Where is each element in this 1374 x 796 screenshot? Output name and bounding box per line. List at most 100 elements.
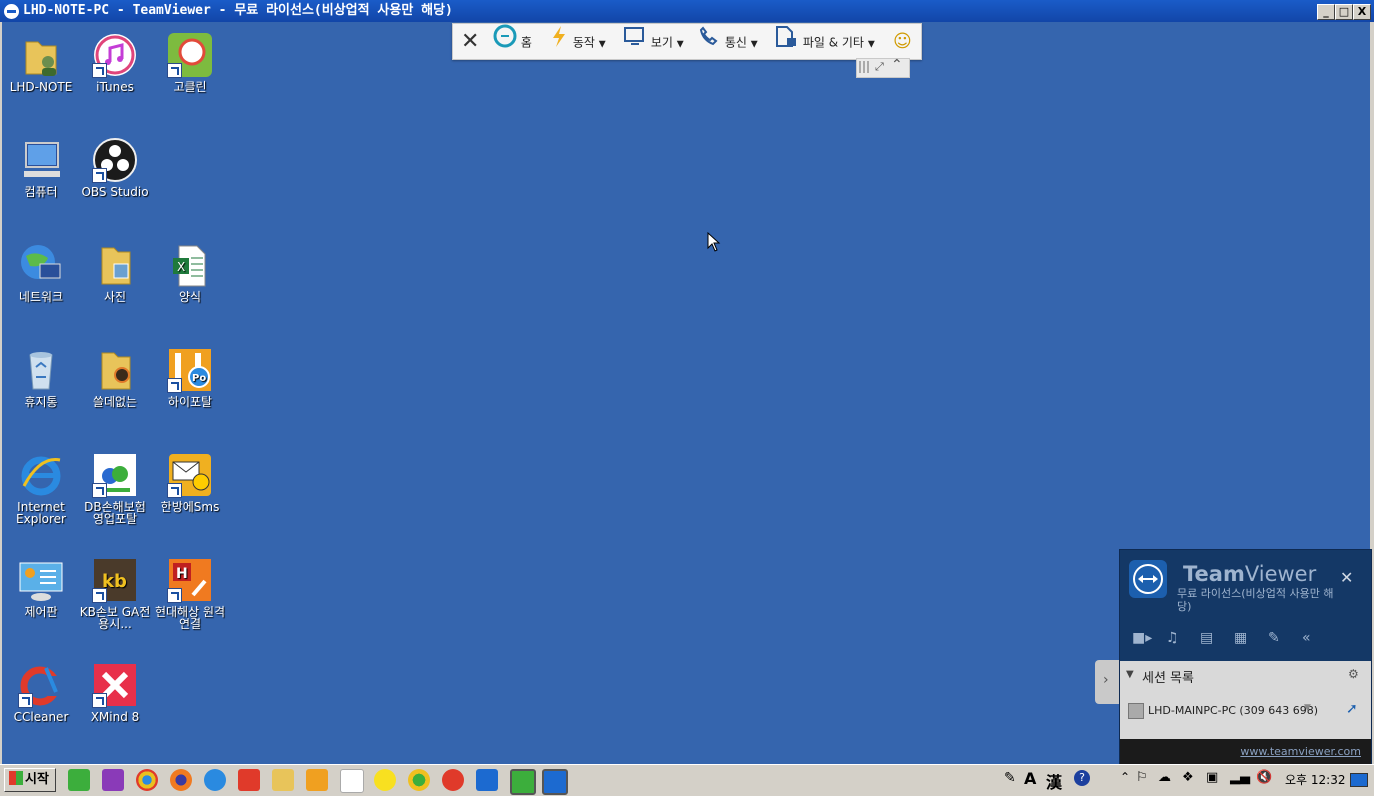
usb-icon[interactable]: ▣ xyxy=(1206,770,1218,785)
volume-muted-icon[interactable]: 🔇 xyxy=(1256,770,1272,785)
tray-expand-icon[interactable]: ⌃ xyxy=(1120,770,1130,784)
help-icon[interactable]: ? xyxy=(1074,770,1090,786)
cloud-icon[interactable]: ☁ xyxy=(1158,770,1171,785)
taskbar-wifi-app-icon[interactable] xyxy=(340,769,364,793)
toolbar-files-menu[interactable]: 파일 & 기타 ▼ xyxy=(773,24,875,59)
ime-mode-a[interactable]: A xyxy=(1024,769,1036,788)
desktop-icon-db-insurance[interactable]: DB손해보험 영업포탈 xyxy=(78,452,152,525)
desktop-icon-hyundai[interactable]: H 현대해상 원격연결 xyxy=(153,557,227,630)
toolbar-view-menu[interactable]: 보기 ▼ xyxy=(623,24,684,59)
desktop-icon-hiportal[interactable]: Po 하이포탈 xyxy=(153,347,227,408)
fullscreen-icon[interactable]: ⤢ xyxy=(875,60,884,74)
home-icon xyxy=(493,24,517,62)
folder-icon xyxy=(92,347,138,393)
toolbar-home-button[interactable]: 홈 xyxy=(493,24,532,59)
toolbar-sub-controls: ⤢ ⌃ xyxy=(856,57,910,78)
taskbar-clock[interactable]: 오후 12:32 xyxy=(1285,771,1345,788)
toolbar-actions-menu[interactable]: 동작 ▼ xyxy=(549,24,606,59)
hiportal-icon: Po xyxy=(167,347,213,393)
collapse-up-icon[interactable]: ⌃ xyxy=(891,57,903,73)
session-item[interactable]: LHD-MAINPC-PC (309 643 698) ▼ ➚ xyxy=(1126,701,1366,721)
clipboard-icon[interactable]: ▦ xyxy=(1234,630,1247,646)
video-icon[interactable]: ■▸ xyxy=(1132,630,1152,646)
desktop-icon-kb[interactable]: kb KB손보 GA전용시... xyxy=(78,557,152,630)
taskbar-ccleaner-icon[interactable] xyxy=(442,769,464,791)
signal-icon[interactable]: ▂▄ xyxy=(1230,770,1250,785)
taskbar-media-player-icon[interactable] xyxy=(306,769,328,791)
window-title-bar[interactable]: LHD-NOTE-PC - TeamViewer - 무료 라이선스(비상업적 … xyxy=(0,0,1374,22)
desktop-icon-recycle-bin[interactable]: 휴지통 xyxy=(4,347,78,408)
maximize-button[interactable]: □ xyxy=(1335,4,1353,20)
taskbar-chat-app-icon[interactable] xyxy=(408,769,430,791)
monitor-icon xyxy=(623,24,647,62)
desktop-icon-control-panel[interactable]: 제어판 xyxy=(4,557,78,618)
desktop-icon-ccleaner[interactable]: CCleaner xyxy=(4,662,78,723)
start-button[interactable]: 시작 xyxy=(4,768,56,792)
desktop-icon-internet-explorer[interactable]: Internet Explorer xyxy=(4,452,78,525)
network-icon xyxy=(18,242,64,288)
taskbar-s-app-icon[interactable] xyxy=(238,769,260,791)
desktop-icon-xmind[interactable]: XMind 8 xyxy=(78,662,152,723)
collapse-left-icon[interactable]: « xyxy=(1302,630,1311,646)
headset-icon[interactable]: ♫ xyxy=(1166,630,1179,646)
taskbar-ie-icon[interactable] xyxy=(204,769,226,791)
taskbar-explorer-icon[interactable] xyxy=(272,769,294,791)
flag-icon[interactable]: ⚐ xyxy=(1136,770,1148,785)
chat-icon[interactable]: ▤ xyxy=(1200,630,1213,646)
toolbar-emoji-button[interactable]: ☺ xyxy=(893,24,912,59)
obs-icon xyxy=(92,137,138,183)
panel-license-text: 무료 라이선스(비상업적 사용만 해당) xyxy=(1177,587,1334,613)
close-button[interactable]: X xyxy=(1353,4,1371,20)
taskbar-chrome-icon[interactable] xyxy=(136,769,158,791)
gear-icon[interactable]: ⚙ xyxy=(1348,667,1359,681)
ime-hanja[interactable]: 漢 xyxy=(1046,769,1062,793)
desktop-icon-obs[interactable]: OBS Studio xyxy=(78,137,152,198)
pointer-icon[interactable]: ➚ xyxy=(1346,701,1358,717)
show-desktop-icon[interactable] xyxy=(1350,773,1368,787)
chevron-right-icon: › xyxy=(1103,672,1109,688)
toolbar-communicate-menu[interactable]: 통신 ▼ xyxy=(697,24,758,59)
desktop-icon-photos[interactable]: 사진 xyxy=(78,242,152,303)
kb-icon: kb xyxy=(92,557,138,603)
control-panel-icon xyxy=(18,557,64,603)
desktop-icon-computer[interactable]: 컴퓨터 xyxy=(4,137,78,198)
toolbar-close-button[interactable]: ✕ xyxy=(461,24,479,59)
dropbox-icon[interactable]: ❖ xyxy=(1182,770,1194,785)
mouse-cursor-icon xyxy=(707,232,721,252)
desktop-icon-lhd-note[interactable]: LHD-NOTE xyxy=(4,32,78,93)
taskbar-kakaotalk-icon[interactable] xyxy=(374,769,396,791)
grip-icon[interactable] xyxy=(859,61,871,73)
ime-tool-icon[interactable]: ✎ xyxy=(1004,770,1016,786)
window-title: LHD-NOTE-PC - TeamViewer - 무료 라이선스(비상업적 … xyxy=(23,3,453,18)
panel-action-row: ■▸ ♫ ▤ ▦ ✎ « xyxy=(1132,630,1362,650)
itunes-icon xyxy=(92,32,138,78)
taskbar-evernote-active-icon[interactable] xyxy=(510,769,536,795)
taskbar-onenote-icon[interactable] xyxy=(102,769,124,791)
chevron-down-icon[interactable]: ▼ xyxy=(1304,703,1311,713)
panel-close-button[interactable]: ✕ xyxy=(1340,568,1353,587)
taskbar-outlook-icon[interactable] xyxy=(476,769,498,791)
teamviewer-logo-icon xyxy=(1129,560,1167,598)
taskbar-teamviewer-icon[interactable] xyxy=(542,769,568,795)
minimize-button[interactable]: _ xyxy=(1317,4,1335,20)
teamviewer-panel: TeamViewer 무료 라이선스(비상업적 사용만 해당) ✕ ■▸ ♫ ▤… xyxy=(1119,549,1372,765)
desktop-icon-itunes[interactable]: iTunes xyxy=(78,32,152,93)
teamviewer-link[interactable]: www.teamviewer.com xyxy=(1240,745,1361,758)
desktop-icon-goclean[interactable]: 고클린 xyxy=(153,32,227,93)
panel-expand-tab[interactable]: › xyxy=(1095,660,1119,704)
desktop-icon-excel-form[interactable]: X 양식 xyxy=(153,242,227,303)
xmind-icon xyxy=(92,662,138,708)
sms-icon xyxy=(167,452,213,498)
taskbar-evernote-icon[interactable] xyxy=(68,769,90,791)
windows-logo-icon xyxy=(9,771,23,785)
desktop-icon-network[interactable]: 네트워크 xyxy=(4,242,78,303)
taskbar-firefox-icon[interactable] xyxy=(170,769,192,791)
desktop-icon-sms[interactable]: 한방에Sms xyxy=(153,452,227,513)
db-insurance-icon xyxy=(92,452,138,498)
svg-text:Po: Po xyxy=(192,373,206,384)
session-list: ▼ 세션 목록 ⚙ LHD-MAINPC-PC (309 643 698) ▼ … xyxy=(1120,661,1371,739)
panel-footer: www.teamviewer.com xyxy=(1120,739,1371,764)
brush-icon[interactable]: ✎ xyxy=(1268,630,1280,646)
triangle-down-icon[interactable]: ▼ xyxy=(1126,669,1134,680)
desktop-icon-useless-folder[interactable]: 쓸데없는 xyxy=(78,347,152,408)
